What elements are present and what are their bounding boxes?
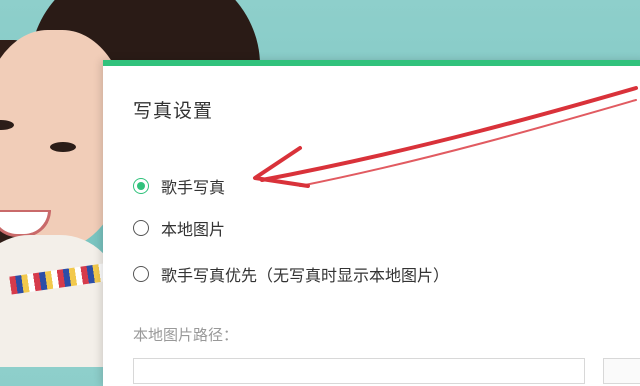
option-label: 歌手写真优先（无写真时显示本地图片） bbox=[161, 266, 450, 285]
option-singer-photo-priority[interactable]: 歌手写真优先（无写真时显示本地图片） bbox=[133, 262, 449, 286]
local-path-input[interactable] bbox=[133, 358, 585, 384]
option-local-image[interactable]: 本地图片 bbox=[133, 216, 225, 240]
photo-eye-right bbox=[50, 142, 76, 152]
panel-title: 写真设置 bbox=[133, 100, 214, 122]
option-singer-photo[interactable]: 歌手写真 bbox=[133, 174, 225, 198]
photo-shoulder bbox=[0, 235, 120, 367]
radio-unchecked-icon[interactable] bbox=[133, 220, 149, 236]
radio-checked-icon[interactable] bbox=[133, 178, 149, 194]
photo-eye-left bbox=[0, 120, 14, 130]
photo-mouth bbox=[0, 210, 51, 237]
local-path-label: 本地图片路径： bbox=[133, 326, 239, 344]
browse-button[interactable] bbox=[603, 358, 640, 384]
option-label: 本地图片 bbox=[161, 220, 226, 239]
radio-unchecked-icon[interactable] bbox=[133, 266, 149, 282]
option-label: 歌手写真 bbox=[161, 178, 226, 197]
photo-settings-panel: 写真设置 歌手写真 本地图片 歌手写真优先（无写真时显示本地图片） 本地图片路径… bbox=[103, 60, 640, 386]
